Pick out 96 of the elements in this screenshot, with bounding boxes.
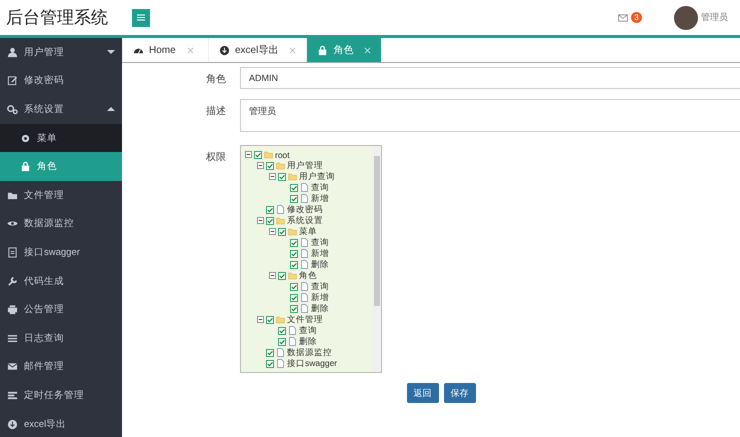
checked-checkbox[interactable] (290, 294, 298, 302)
menu-icon (137, 14, 145, 21)
permissions-label: 权限 (205, 150, 226, 164)
tree-node-label[interactable]: 文件管理 (287, 314, 323, 326)
collapse-icon[interactable] (257, 316, 264, 323)
tree-node-label[interactable]: 新增 (311, 192, 329, 204)
tree-node-label[interactable]: 接口swagger (287, 358, 338, 370)
close-icon (289, 46, 296, 54)
sidebar-item[interactable]: 邮件管理 (0, 352, 122, 382)
collapse-icon[interactable] (269, 173, 276, 180)
menu-button[interactable] (132, 8, 150, 26)
collapse-icon[interactable] (257, 162, 264, 169)
sidebar-item[interactable]: 文件管理 (0, 180, 122, 210)
list-icon (7, 332, 18, 344)
sidebar-item[interactable]: 日志查询 (0, 324, 122, 353)
tree-node-label[interactable]: 数据源监控 (287, 346, 332, 358)
description-label: 描述 (205, 104, 226, 118)
checked-checkbox[interactable] (290, 260, 298, 268)
description-textarea[interactable]: 管理员 (240, 99, 740, 132)
tree-node-label[interactable]: 查询 (311, 182, 329, 194)
sidebar-item[interactable]: 用户管理 (0, 38, 122, 67)
app-title: 后台管理系统 (5, 7, 109, 29)
form-button[interactable]: 保存 (444, 383, 476, 403)
collapse-icon[interactable] (245, 151, 252, 158)
tree-node-label[interactable]: 用户查询 (299, 170, 335, 182)
sidebar-subitem[interactable]: 菜单 (0, 124, 122, 152)
gear-icon (20, 132, 31, 144)
role-input[interactable]: ADMIN (240, 67, 740, 89)
tree-node-label[interactable]: 角色 (299, 270, 317, 282)
close-icon (186, 46, 194, 54)
checked-checkbox[interactable] (278, 338, 286, 346)
tree-node-label[interactable]: 修改密码 (287, 204, 323, 216)
checked-checkbox[interactable] (278, 326, 286, 334)
tree-node-label[interactable]: 新增 (311, 292, 329, 304)
tree-node-label[interactable]: 删除 (311, 258, 329, 270)
tasks-icon (7, 390, 18, 401)
tree-node-label[interactable]: 查询 (299, 324, 317, 336)
tree-node-label[interactable]: 新增 (311, 248, 329, 260)
users-icon (7, 46, 18, 58)
sidebar-item[interactable]: 公告管理 (0, 295, 122, 324)
document-icon (7, 246, 18, 258)
lock-icon (20, 161, 31, 172)
tree-node-label[interactable]: 用户管理 (287, 160, 323, 172)
user-name[interactable]: 管理员 (701, 11, 728, 24)
checked-checkbox[interactable] (290, 282, 298, 290)
sidebar-item[interactable]: 接口swagger (0, 238, 122, 267)
envelope-icon (7, 361, 18, 372)
tree-node-label[interactable]: root (275, 150, 290, 160)
sidebar-item[interactable]: excel导出 (0, 410, 122, 437)
checked-checkbox[interactable] (290, 304, 298, 312)
tree-node-label[interactable]: 查询 (311, 236, 329, 248)
checked-checkbox[interactable] (278, 272, 286, 280)
tree-node-label[interactable]: 删除 (299, 336, 317, 348)
checked-checkbox[interactable] (266, 348, 274, 356)
user-avatar[interactable] (674, 6, 698, 30)
role-label: 角色 (205, 73, 226, 86)
tab[interactable]: Home (122, 38, 208, 62)
message-count-badge: 3 (631, 12, 642, 23)
sidebar-item[interactable]: 系统设置 (0, 95, 122, 124)
collapse-icon[interactable] (269, 228, 276, 235)
tree-node-label[interactable]: 菜单 (299, 226, 317, 238)
checked-checkbox[interactable] (266, 162, 274, 170)
printer-icon (7, 304, 18, 316)
checked-checkbox[interactable] (290, 184, 298, 192)
checked-checkbox[interactable] (290, 238, 298, 246)
checked-checkbox[interactable] (266, 216, 274, 224)
sidebar-item[interactable]: 代码生成 (0, 266, 122, 296)
checked-checkbox[interactable] (266, 316, 274, 324)
checked-checkbox[interactable] (278, 172, 286, 180)
tree-node-label[interactable]: 删除 (311, 302, 329, 314)
download-icon (219, 44, 230, 56)
form-button[interactable]: 返回 (406, 383, 438, 403)
file-icon (276, 205, 285, 214)
tree-node-label[interactable]: 查询 (311, 280, 329, 292)
sidebar-item[interactable]: 数据源监控 (0, 210, 122, 238)
edit-icon (7, 75, 18, 86)
checked-checkbox[interactable] (266, 206, 274, 214)
folder-icon (288, 271, 297, 280)
checked-checkbox[interactable] (266, 360, 274, 368)
collapse-icon[interactable] (257, 217, 264, 224)
checked-checkbox[interactable] (290, 194, 298, 202)
lock-icon (317, 44, 328, 56)
checked-checkbox[interactable] (290, 250, 298, 258)
wrench-icon (7, 276, 18, 287)
settings-icon (7, 104, 18, 115)
collapse-icon[interactable] (269, 272, 276, 279)
download-icon (7, 418, 18, 430)
tree-node-label[interactable]: 系统设置 (287, 214, 323, 226)
checked-checkbox[interactable] (254, 150, 262, 158)
sidebar-item[interactable]: 定时任务管理 (0, 381, 122, 410)
close-icon (364, 46, 372, 54)
checked-checkbox[interactable] (278, 228, 286, 236)
sidebar-item[interactable]: 修改密码 (0, 66, 122, 96)
folder-icon (276, 315, 285, 324)
scrollbar[interactable] (372, 146, 381, 372)
envelope-icon (618, 14, 628, 22)
